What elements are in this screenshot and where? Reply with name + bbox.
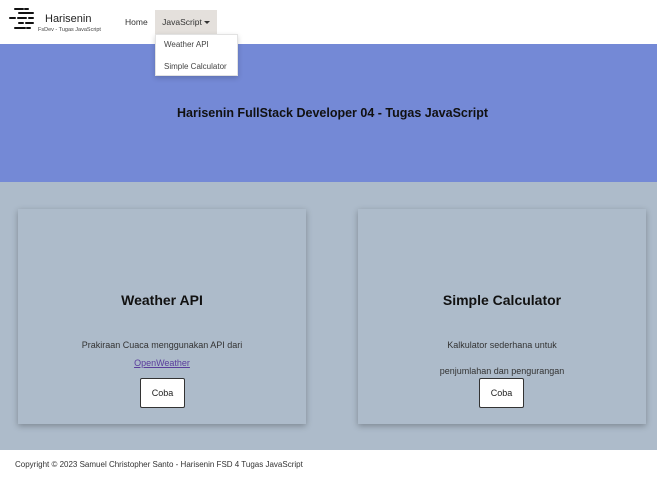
navbar: Harisenin FsDev - Tugas JavaScript Home …	[0, 0, 657, 44]
hero-banner: Harisenin FullStack Developer 04 - Tugas…	[0, 44, 657, 182]
javascript-dropdown-menu: Weather API Simple Calculator	[155, 34, 238, 76]
simple-calculator-card: Simple Calculator Kalkulator sederhana u…	[358, 209, 646, 424]
weather-api-card: Weather API Prakiraan Cuaca menggunakan …	[18, 209, 306, 424]
hero-title: Harisenin FullStack Developer 04 - Tugas…	[177, 106, 488, 120]
harisenin-logo-icon	[9, 8, 34, 29]
brand-name: Harisenin	[45, 13, 92, 25]
brand[interactable]: Harisenin FsDev - Tugas JavaScript	[9, 7, 109, 35]
nav-item-home[interactable]: Home	[119, 10, 154, 34]
coba-button-weather[interactable]: Coba	[140, 378, 185, 408]
caret-down-icon	[203, 21, 210, 25]
footer-copyright: Copyright © 2023 Samuel Christopher Sant…	[15, 460, 303, 469]
brand-subtitle: FsDev - Tugas JavaScript	[38, 27, 101, 33]
cards-section: Weather API Prakiraan Cuaca menggunakan …	[0, 182, 657, 450]
card-description: Prakiraan Cuaca menggunakan API dari	[81, 340, 243, 350]
card-description: Kalkulator sederhana untuk penjumlahan d…	[439, 340, 565, 376]
card-title: Simple Calculator	[442, 292, 562, 308]
openweather-link[interactable]: OpenWeather	[134, 358, 190, 368]
dropdown-item-weather-api[interactable]: Weather API	[164, 40, 209, 49]
coba-button-calculator[interactable]: Coba	[479, 378, 524, 408]
nav-item-javascript[interactable]: JavaScript	[155, 10, 217, 34]
dropdown-item-simple-calculator[interactable]: Simple Calculator	[164, 62, 227, 71]
card-title: Weather API	[121, 292, 203, 308]
nav-item-javascript-label: JavaScript	[162, 17, 202, 27]
